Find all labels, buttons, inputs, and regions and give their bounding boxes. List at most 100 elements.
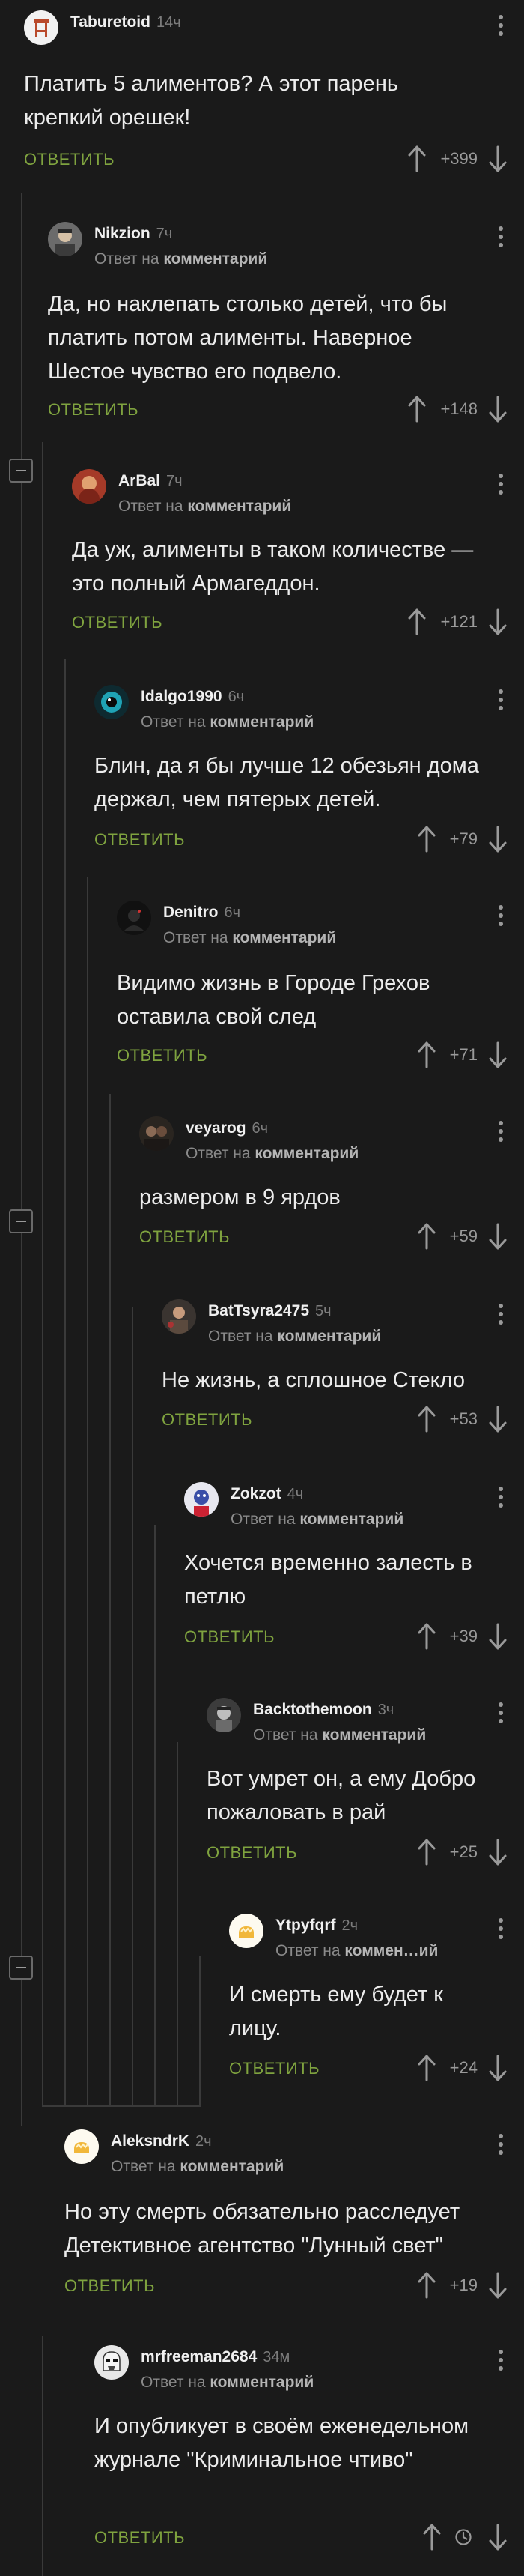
vote-controls: +19 xyxy=(417,2270,508,2300)
more-options-icon[interactable] xyxy=(499,1918,503,1942)
upvote-arrow-icon[interactable] xyxy=(417,1623,436,1650)
collapse-thread-button[interactable] xyxy=(9,1209,33,1233)
reply-button[interactable]: ОТВЕТИТЬ xyxy=(24,150,115,169)
downvote-arrow-icon[interactable] xyxy=(488,2524,508,2551)
more-options-icon[interactable] xyxy=(499,2350,503,2374)
author-name[interactable]: AleksndrK 2ч xyxy=(111,2132,212,2150)
upvote-arrow-icon[interactable] xyxy=(417,1223,436,1250)
upvote-arrow-icon[interactable] xyxy=(422,2524,442,2551)
downvote-arrow-icon[interactable] xyxy=(488,1839,508,1866)
reply-button[interactable]: ОТВЕТИТЬ xyxy=(184,1627,275,1647)
reply-button[interactable]: ОТВЕТИТЬ xyxy=(207,1843,297,1863)
vote-controls: +24 xyxy=(417,2053,508,2083)
reply-to-link[interactable]: комментарий xyxy=(232,929,336,946)
upvote-arrow-icon[interactable] xyxy=(417,826,436,853)
upvote-arrow-icon[interactable] xyxy=(407,145,427,172)
reply-to-link[interactable]: коммен…ий xyxy=(344,1942,438,1959)
downvote-arrow-icon[interactable] xyxy=(488,396,508,423)
author-name[interactable]: veyarog 6ч xyxy=(186,1119,268,1137)
reply-to-link[interactable]: комментарий xyxy=(299,1511,403,1528)
more-options-icon[interactable] xyxy=(499,905,503,929)
downvote-arrow-icon[interactable] xyxy=(488,608,508,635)
collapse-thread-button[interactable] xyxy=(9,1956,33,1980)
reply-to-label: Ответ на комментарий xyxy=(186,1145,359,1162)
downvote-arrow-icon[interactable] xyxy=(488,1623,508,1650)
downvote-arrow-icon[interactable] xyxy=(488,1406,508,1433)
upvote-arrow-icon[interactable] xyxy=(417,2055,436,2081)
more-options-icon[interactable] xyxy=(499,1121,503,1145)
upvote-arrow-icon[interactable] xyxy=(417,2272,436,2299)
author-name[interactable]: Nikzion 7ч xyxy=(94,225,172,243)
vote-controls: +79 xyxy=(417,824,508,854)
reply-button[interactable]: ОТВЕТИТЬ xyxy=(117,1046,207,1065)
upvote-arrow-icon[interactable] xyxy=(417,1041,436,1068)
reply-to-label: Ответ на комментарий xyxy=(141,2374,314,2391)
stool-avatar[interactable] xyxy=(24,10,58,45)
author-name[interactable]: Denitro 6ч xyxy=(163,904,240,922)
reply-button[interactable]: ОТВЕТИТЬ xyxy=(64,2276,155,2296)
author-name[interactable]: mrfreeman2684 34м xyxy=(141,2348,290,2366)
more-options-icon[interactable] xyxy=(499,474,503,498)
cartoon-avatar[interactable] xyxy=(184,1482,219,1517)
more-options-icon[interactable] xyxy=(499,226,503,250)
reply-button[interactable]: ОТВЕТИТЬ xyxy=(48,400,138,420)
comment-rating: +59 xyxy=(449,1227,478,1245)
downvote-arrow-icon[interactable] xyxy=(488,1041,508,1068)
author-name[interactable]: Zokzot 4ч xyxy=(231,1485,303,1503)
reply-button[interactable]: ОТВЕТИТЬ xyxy=(229,2059,320,2078)
more-options-icon[interactable] xyxy=(499,689,503,713)
comment-rating: +148 xyxy=(440,399,478,418)
author-name[interactable]: Taburetoid 14ч xyxy=(70,13,181,31)
trooper-avatar[interactable] xyxy=(94,2345,129,2380)
author-name[interactable]: ArBal 7ч xyxy=(118,472,183,490)
upvote-arrow-icon[interactable] xyxy=(417,1406,436,1433)
downvote-arrow-icon[interactable] xyxy=(488,2272,508,2299)
reply-button[interactable]: ОТВЕТИТЬ xyxy=(139,1227,230,1247)
man-avatar[interactable] xyxy=(48,222,82,256)
more-options-icon[interactable] xyxy=(499,1702,503,1726)
reply-to-link[interactable]: комментарий xyxy=(255,1145,359,1162)
more-options-icon[interactable] xyxy=(499,1487,503,1511)
comment-text: И опубликует в своём еженедельном журнал… xyxy=(94,2414,469,2472)
more-options-icon[interactable] xyxy=(499,1304,503,1328)
reply-to-link[interactable]: комментарий xyxy=(180,2158,284,2175)
thread-line xyxy=(87,877,88,2105)
comment: Denitro 6ч Ответ на комментарий Видимо жи… xyxy=(117,901,524,1080)
downvote-arrow-icon[interactable] xyxy=(488,826,508,853)
reply-to-link[interactable]: комментарий xyxy=(210,713,314,731)
more-options-icon[interactable] xyxy=(499,2134,503,2158)
default-avatar[interactable] xyxy=(64,2129,99,2164)
comment: Backtothemoon 3ч Ответ на комментарий Вот… xyxy=(207,1698,524,1878)
comment-rating: +79 xyxy=(449,829,478,848)
downvote-arrow-icon[interactable] xyxy=(488,145,508,172)
reply-button[interactable]: ОТВЕТИТЬ xyxy=(94,2528,185,2548)
collapse-thread-button[interactable] xyxy=(9,459,33,483)
author-name[interactable]: Backtothemoon 3ч xyxy=(253,1701,394,1719)
reply-to-link[interactable]: комментарий xyxy=(277,1328,381,1345)
reply-to-link[interactable]: комментарий xyxy=(163,250,267,267)
author-name[interactable]: Ytpyfqrf 2ч xyxy=(275,1917,358,1935)
dark-avatar[interactable] xyxy=(117,901,151,935)
eye-avatar[interactable] xyxy=(94,685,129,719)
downvote-arrow-icon[interactable] xyxy=(488,2055,508,2081)
comment-time: 14ч xyxy=(156,14,181,31)
reply-to-link[interactable]: комментарий xyxy=(322,1726,426,1744)
reply-button[interactable]: ОТВЕТИТЬ xyxy=(72,613,162,632)
person-avatar[interactable] xyxy=(162,1299,196,1334)
more-options-icon[interactable] xyxy=(499,15,503,39)
reply-button[interactable]: ОТВЕТИТЬ xyxy=(94,830,185,850)
author-name[interactable]: BatTsyra2475 5ч xyxy=(208,1302,332,1320)
upvote-arrow-icon[interactable] xyxy=(407,608,427,635)
reply-to-link[interactable]: комментарий xyxy=(187,498,291,515)
reply-button[interactable]: ОТВЕТИТЬ xyxy=(162,1410,252,1430)
moon-avatar[interactable] xyxy=(207,1698,241,1732)
downvote-arrow-icon[interactable] xyxy=(488,1223,508,1250)
reply-to-link[interactable]: комментарий xyxy=(210,2374,314,2391)
author-name[interactable]: Idalgo1990 6ч xyxy=(141,688,244,706)
couple-avatar[interactable] xyxy=(139,1116,174,1151)
default-avatar[interactable] xyxy=(229,1914,263,1948)
comment-rating: +71 xyxy=(449,1045,478,1064)
upvote-arrow-icon[interactable] xyxy=(417,1839,436,1866)
upvote-arrow-icon[interactable] xyxy=(407,396,427,423)
red-avatar[interactable] xyxy=(72,469,106,504)
